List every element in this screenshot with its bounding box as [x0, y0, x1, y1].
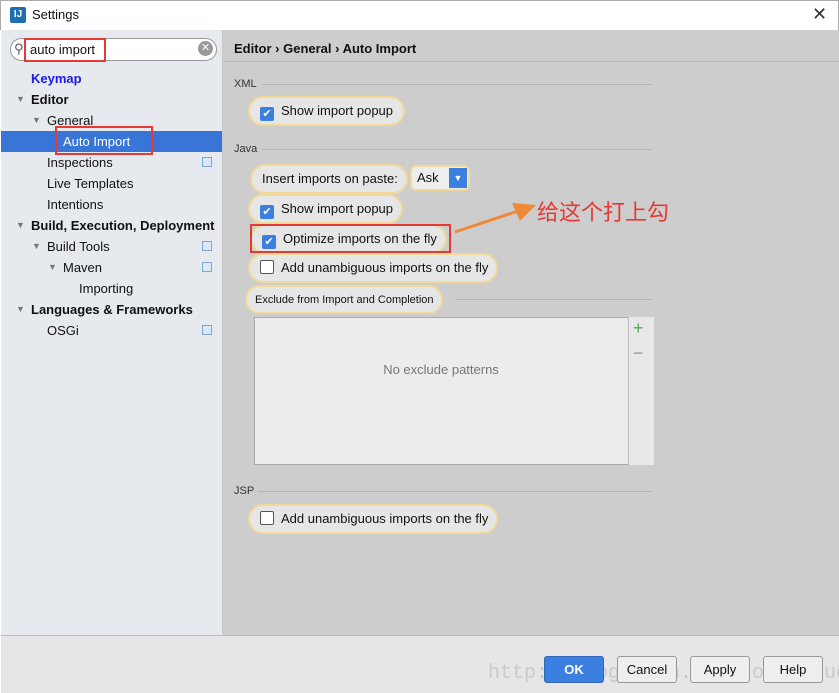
- chevron-down-icon[interactable]: ▼: [449, 168, 467, 188]
- sidebar-item-languages[interactable]: ▼ Languages & Frameworks: [1, 299, 222, 320]
- label: Show import popup: [281, 103, 394, 118]
- label: OSGi: [47, 323, 79, 338]
- list-toolbar: [628, 317, 654, 465]
- sidebar-item-build[interactable]: ▼ Build, Execution, Deployment: [1, 215, 222, 236]
- ok-button[interactable]: OK: [544, 656, 604, 683]
- checkbox-unchecked-icon[interactable]: [260, 260, 274, 274]
- divider: [455, 299, 652, 300]
- add-icon[interactable]: +: [633, 318, 644, 339]
- sidebar-item-intentions[interactable]: Intentions: [1, 194, 222, 215]
- breadcrumb: Editor › General › Auto Import: [223, 36, 839, 62]
- checkbox-unchecked-icon[interactable]: [260, 511, 274, 525]
- project-icon: [202, 262, 212, 272]
- sidebar-item-live-templates[interactable]: Live Templates: [1, 173, 222, 194]
- cancel-button[interactable]: Cancel: [617, 656, 677, 683]
- label: Build Tools: [47, 239, 110, 254]
- label: Maven: [63, 260, 103, 275]
- sidebar-item-maven[interactable]: ▼ Maven: [1, 257, 222, 278]
- empty-list-text: No exclude patterns: [383, 362, 499, 377]
- divider: [262, 149, 652, 150]
- expand-arrow-icon[interactable]: ▼: [16, 215, 25, 236]
- exclude-patterns-list[interactable]: [254, 317, 654, 465]
- help-button[interactable]: Help: [763, 656, 823, 683]
- title-bar: [0, 0, 839, 30]
- highlight-box: [24, 38, 106, 62]
- clear-search-icon[interactable]: ✕: [198, 41, 213, 56]
- exclude-section-label: Exclude from Import and Completion: [245, 285, 443, 314]
- highlight-box: [55, 126, 153, 155]
- java-add-unambiguous-checkbox[interactable]: Add unambiguous imports on the fly: [248, 253, 499, 283]
- expand-arrow-icon[interactable]: ▼: [32, 236, 41, 257]
- remove-icon[interactable]: −: [633, 343, 644, 364]
- label: Show import popup: [281, 201, 394, 216]
- sidebar-item-inspections[interactable]: Inspections: [1, 152, 222, 173]
- jsp-add-unambiguous-checkbox[interactable]: Add unambiguous imports on the fly: [248, 504, 499, 534]
- sidebar-item-build-tools[interactable]: ▼ Build Tools: [1, 236, 222, 257]
- sidebar-item-importing[interactable]: Importing: [1, 278, 222, 299]
- section-jsp: JSP: [234, 485, 255, 497]
- java-show-import-popup-checkbox[interactable]: ✔ Show import popup: [248, 194, 404, 224]
- divider: [258, 491, 652, 492]
- annotation-arrow-icon: [454, 203, 536, 234]
- sidebar-item-osgi[interactable]: OSGi: [1, 320, 222, 341]
- select-value: Ask: [417, 170, 439, 185]
- label: Add unambiguous imports on the fly: [281, 511, 489, 526]
- annotation-text: 给这个打上勾: [537, 201, 670, 226]
- xml-show-import-popup-checkbox[interactable]: ✔ Show import popup: [248, 96, 406, 126]
- project-icon: [202, 157, 212, 167]
- section-java: Java: [234, 143, 258, 155]
- label: Importing: [79, 281, 134, 296]
- label: Intentions: [47, 197, 104, 212]
- project-icon: [202, 241, 212, 251]
- label: Languages & Frameworks: [31, 302, 193, 317]
- checkbox-checked-icon[interactable]: ✔: [260, 205, 274, 219]
- close-button[interactable]: ✕: [812, 4, 827, 25]
- expand-arrow-icon[interactable]: ▼: [48, 257, 57, 278]
- window-title: Settings: [32, 7, 79, 22]
- label: Keymap: [31, 71, 82, 86]
- highlight-box: [250, 224, 451, 253]
- insert-imports-label: Insert imports on paste:: [250, 164, 408, 194]
- label: Live Templates: [47, 176, 134, 191]
- expand-arrow-icon[interactable]: ▼: [16, 299, 25, 320]
- sidebar-item-editor[interactable]: ▼ Editor: [1, 89, 222, 110]
- checkbox-checked-icon[interactable]: ✔: [260, 107, 274, 121]
- section-xml: XML: [234, 78, 257, 90]
- expand-arrow-icon[interactable]: ▼: [32, 110, 41, 131]
- label: Inspections: [47, 155, 113, 170]
- insert-imports-select[interactable]: Ask ▼: [410, 165, 470, 191]
- label: Editor: [31, 92, 69, 107]
- apply-button[interactable]: Apply: [690, 656, 750, 683]
- project-icon: [202, 325, 212, 335]
- search-icon: ⚲: [14, 41, 24, 56]
- expand-arrow-icon[interactable]: ▼: [16, 89, 25, 110]
- label: Build, Execution, Deployment: [31, 218, 215, 233]
- sidebar-item-keymap[interactable]: Keymap: [1, 68, 222, 89]
- label: Add unambiguous imports on the fly: [281, 260, 489, 275]
- divider: [262, 84, 652, 85]
- intellij-logo-icon: IJ: [10, 7, 26, 23]
